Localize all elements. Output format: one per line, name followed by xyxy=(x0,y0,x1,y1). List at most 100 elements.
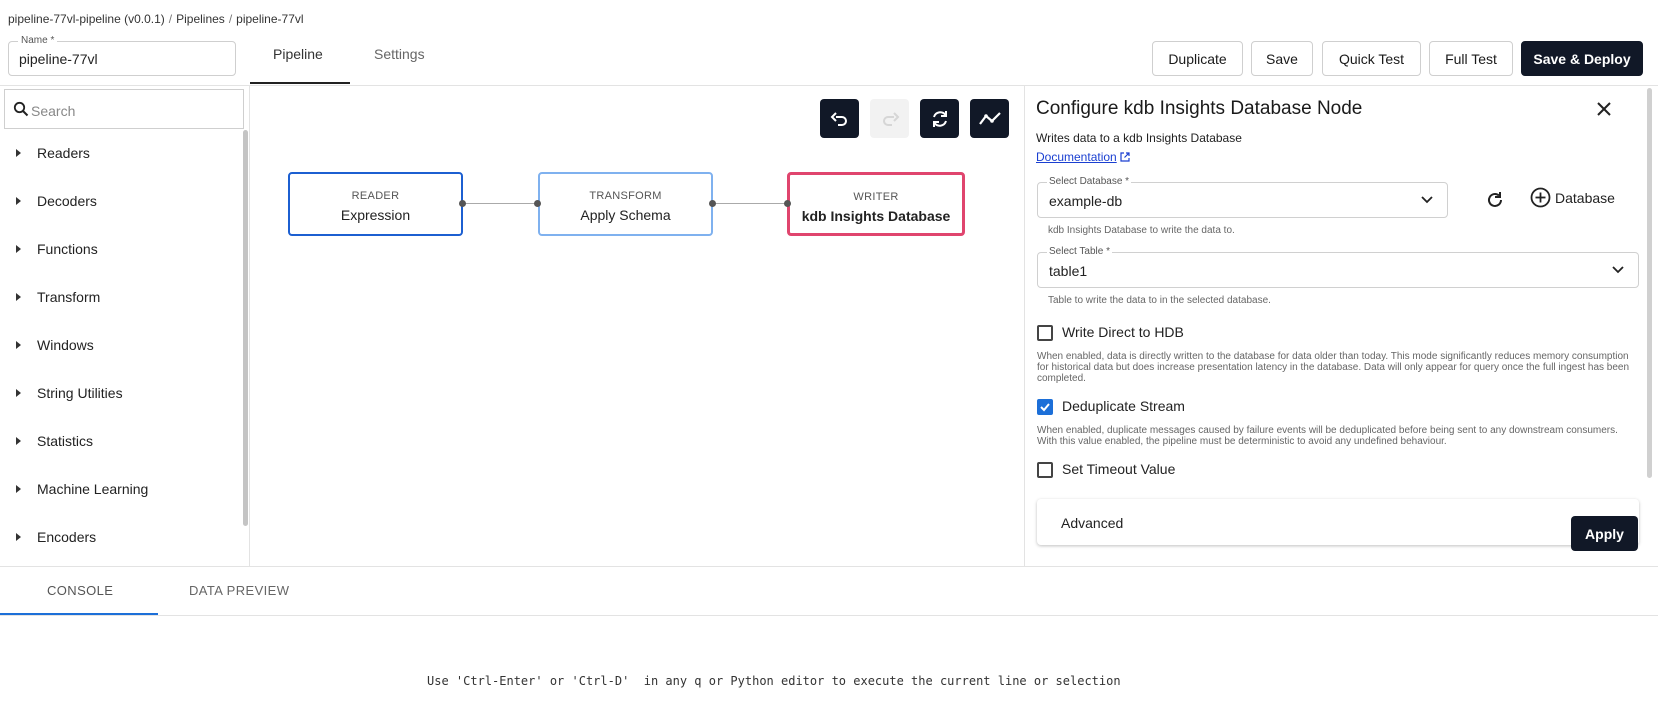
table-select[interactable]: Select Table * table1 xyxy=(1037,246,1639,288)
undo-button[interactable] xyxy=(820,99,859,138)
sidebar-item-label: String Utilities xyxy=(37,385,123,401)
save-deploy-button[interactable]: Save & Deploy xyxy=(1521,41,1643,76)
sidebar-item-statistics[interactable]: Statistics xyxy=(0,426,240,456)
save-button[interactable]: Save xyxy=(1251,41,1313,76)
panel-title: Configure kdb Insights Database Node xyxy=(1036,98,1363,119)
node-reader[interactable]: READER Expression xyxy=(288,172,463,236)
advanced-label: Advanced xyxy=(1061,515,1124,531)
sidebar-item-windows[interactable]: Windows xyxy=(0,330,240,360)
pipeline-name-value[interactable]: pipeline-77vl xyxy=(19,51,98,67)
pipeline-name-field[interactable]: Name * pipeline-77vl xyxy=(8,35,236,76)
apply-button[interactable]: Apply xyxy=(1571,516,1638,551)
deduplicate-description: When enabled, duplicate messages caused … xyxy=(1037,425,1618,447)
sidebar-item-label: Functions xyxy=(37,241,98,257)
tab-data-preview[interactable]: DATA PREVIEW xyxy=(189,583,289,598)
refresh-databases-icon[interactable] xyxy=(1485,190,1505,210)
tab-pipeline[interactable]: Pipeline xyxy=(273,46,323,62)
timeout-checkbox[interactable] xyxy=(1037,462,1053,478)
sidebar-item-label: Statistics xyxy=(37,433,94,449)
sidebar-item-machine-learning[interactable]: Machine Learning xyxy=(0,474,240,504)
quick-test-button[interactable]: Quick Test xyxy=(1322,41,1421,76)
advanced-section[interactable]: Advanced xyxy=(1037,499,1639,545)
top-bar: pipeline-77vl-pipeline (v0.0.1) / Pipeline… xyxy=(0,0,1658,86)
sidebar-item-encoders[interactable]: Encoders xyxy=(0,522,240,552)
caret-right-icon xyxy=(16,245,21,253)
pipeline-name-label: Name * xyxy=(18,35,58,46)
breadcrumb-separator: / xyxy=(168,12,173,26)
undo-icon xyxy=(830,111,847,126)
add-database-button[interactable]: Database xyxy=(1530,187,1615,208)
search-icon xyxy=(13,101,29,117)
external-link-icon xyxy=(1120,152,1130,162)
database-select[interactable]: Select Database * example-db xyxy=(1037,176,1448,218)
chevron-down-icon xyxy=(1421,196,1433,204)
sidebar-scrollbar[interactable] xyxy=(243,130,248,526)
node-output-port[interactable] xyxy=(459,200,466,207)
sidebar-item-label: Readers xyxy=(37,145,90,161)
breadcrumb-item-current: pipeline-77vl xyxy=(236,12,304,26)
bottom-panel: CONSOLE DATA PREVIEW Use 'Ctrl-Enter' or… xyxy=(0,566,1658,702)
node-transform[interactable]: TRANSFORM Apply Schema xyxy=(538,172,713,236)
panel-description: Writes data to a kdb Insights Database xyxy=(1036,131,1242,145)
node-input-port[interactable] xyxy=(784,200,791,207)
caret-right-icon xyxy=(16,389,21,397)
node-type-label: WRITER xyxy=(853,191,899,203)
search-input[interactable]: Search xyxy=(4,89,244,129)
search-placeholder: Search xyxy=(31,103,76,119)
redo-button[interactable] xyxy=(870,99,909,138)
refresh-icon xyxy=(932,110,947,127)
console-message: Use 'Ctrl-Enter' or 'Ctrl-D' in any q or… xyxy=(427,674,1121,688)
sidebar-item-label: Encoders xyxy=(37,529,97,545)
breadcrumb-item-pipelines[interactable]: Pipelines xyxy=(176,12,225,26)
layout-icon xyxy=(978,111,1001,125)
node-writer[interactable]: WRITER kdb Insights Database xyxy=(787,172,965,236)
duplicate-button[interactable]: Duplicate xyxy=(1152,41,1243,76)
node-title: Apply Schema xyxy=(580,207,671,223)
add-circle-icon xyxy=(1530,187,1551,208)
sidebar-item-string-utilities[interactable]: String Utilities xyxy=(0,378,240,408)
sidebar-item-readers[interactable]: Readers xyxy=(0,138,240,168)
node-input-port[interactable] xyxy=(534,200,541,207)
close-icon[interactable] xyxy=(1595,100,1613,118)
sidebar-item-transform[interactable]: Transform xyxy=(0,282,240,312)
breadcrumb-separator: / xyxy=(228,12,233,26)
edge-transform-writer xyxy=(712,203,787,204)
node-library-sidebar: Search Readers Decoders Functions Transf… xyxy=(0,86,250,566)
node-title: kdb Insights Database xyxy=(801,208,951,224)
node-config-panel: Configure kdb Insights Database Node Wri… xyxy=(1024,86,1658,566)
breadcrumb: pipeline-77vl-pipeline (v0.0.1) / Pipeline… xyxy=(8,12,304,26)
caret-right-icon xyxy=(16,149,21,157)
redo-icon xyxy=(882,111,899,126)
node-output-port[interactable] xyxy=(709,200,716,207)
node-type-label: TRANSFORM xyxy=(589,190,662,202)
chevron-down-icon xyxy=(1612,266,1624,274)
tab-settings[interactable]: Settings xyxy=(374,46,425,62)
node-type-label: READER xyxy=(351,190,400,202)
full-test-button[interactable]: Full Test xyxy=(1429,41,1513,76)
add-database-label: Database xyxy=(1555,189,1615,206)
sidebar-item-functions[interactable]: Functions xyxy=(0,234,240,264)
caret-right-icon xyxy=(16,437,21,445)
edge-reader-transform xyxy=(462,203,537,204)
pipeline-canvas[interactable]: READER Expression TRANSFORM Apply Schema… xyxy=(251,86,1024,566)
panel-scrollbar[interactable] xyxy=(1647,88,1652,478)
timeout-label: Set Timeout Value xyxy=(1062,461,1176,477)
write-direct-description: When enabled, data is directly written t… xyxy=(1037,351,1630,384)
sidebar-item-label: Transform xyxy=(37,289,101,305)
breadcrumb-item-pipeline-version[interactable]: pipeline-77vl-pipeline (v0.0.1) xyxy=(8,12,165,26)
caret-right-icon xyxy=(16,485,21,493)
deduplicate-checkbox[interactable] xyxy=(1037,399,1053,415)
deduplicate-label: Deduplicate Stream xyxy=(1062,398,1185,414)
sidebar-item-decoders[interactable]: Decoders xyxy=(0,186,240,216)
bottom-tabs-divider xyxy=(0,615,1658,616)
sidebar-item-label: Decoders xyxy=(37,193,97,209)
refresh-button[interactable] xyxy=(920,99,959,138)
auto-layout-button[interactable] xyxy=(970,99,1009,138)
caret-right-icon xyxy=(16,341,21,349)
write-direct-checkbox[interactable] xyxy=(1037,325,1053,341)
tab-console[interactable]: CONSOLE xyxy=(47,583,113,598)
write-direct-label: Write Direct to HDB xyxy=(1062,324,1184,340)
documentation-link[interactable]: Documentation xyxy=(1036,150,1130,164)
sidebar-item-label: Machine Learning xyxy=(37,481,149,497)
node-title: Expression xyxy=(340,207,411,223)
